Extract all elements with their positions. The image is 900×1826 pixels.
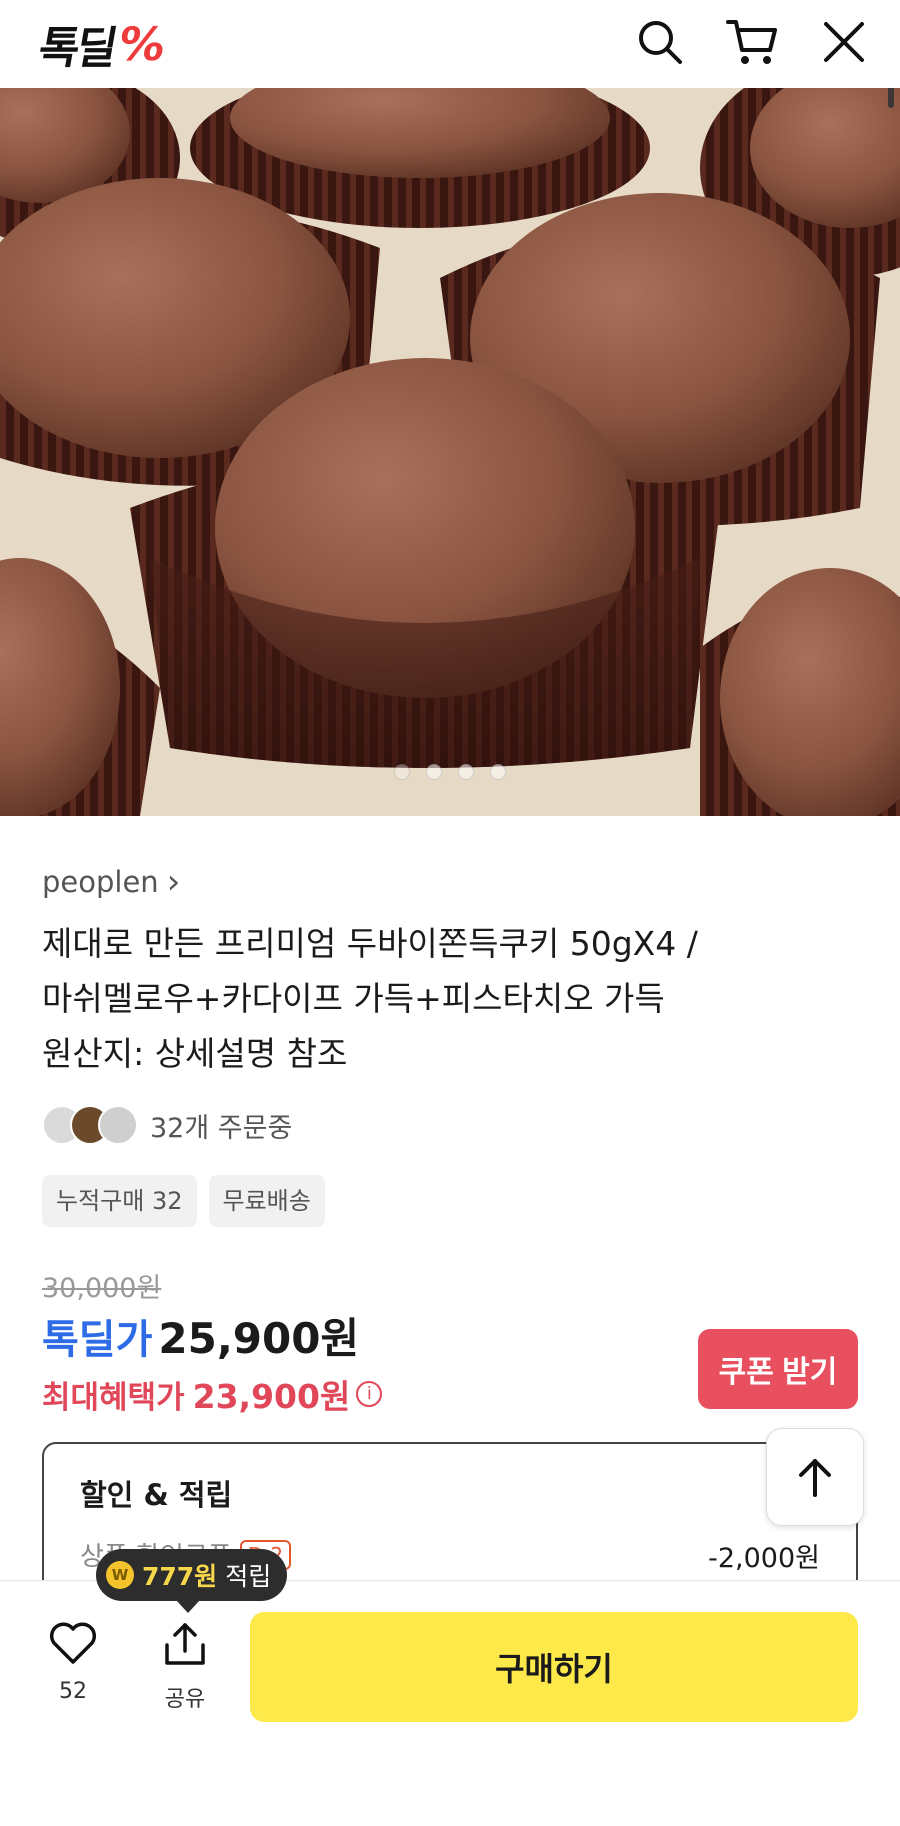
carousel-indicator [0, 764, 900, 780]
product-title-line: 제대로 만든 프리미엄 두바이쫀득쿠키 50gX4 / [42, 924, 698, 963]
seller-link[interactable]: peoplen › [42, 862, 180, 902]
get-coupon-button[interactable]: 쿠폰 받기 [698, 1329, 858, 1409]
ordering-status: 32개 주문중 [42, 1105, 292, 1145]
free-shipping-tag: 무료배송 [208, 1175, 325, 1227]
share-button[interactable]: 공유 [152, 1621, 218, 1713]
product-title-line: 마쉬멜로우+카다이프 가득+피스타치오 가득 [42, 979, 665, 1018]
product-origin: 원산지: 상세설명 참조 [42, 1034, 348, 1073]
top-header: 톡딜 % [0, 0, 900, 88]
cart-icon[interactable] [724, 14, 780, 70]
max-benefit-price: 23,900원 [192, 1377, 351, 1416]
carousel-dot[interactable] [490, 764, 506, 780]
like-count: 52 [59, 1679, 87, 1704]
seller-name: peoplen [42, 865, 159, 899]
discount-panel-title: 할인 & 적립 [80, 1478, 233, 1512]
heart-icon [49, 1622, 97, 1664]
talkdeal-logo[interactable]: 톡딜 % [35, 14, 170, 74]
avatar [98, 1105, 138, 1145]
original-price: 30,000원 [42, 1273, 162, 1304]
arrow-up-icon [799, 1459, 831, 1497]
logo-percent-mark: % [114, 17, 170, 71]
product-image [0, 88, 900, 816]
carousel-dot[interactable] [426, 764, 442, 780]
max-benefit-row: 최대혜택가 23,900원 i [42, 1370, 383, 1418]
ordering-count: 32개 주문중 [150, 1112, 293, 1144]
scroll-to-top-button[interactable] [766, 1428, 864, 1526]
discount-amount: -2,000원 [708, 1543, 820, 1574]
search-icon[interactable] [632, 14, 688, 70]
deal-price-row: 톡딜가 25,900원 [42, 1305, 359, 1366]
reward-amount: 777원 [142, 1562, 218, 1591]
carousel-dot[interactable] [394, 764, 410, 780]
carousel-dot[interactable] [458, 764, 474, 780]
buyer-avatars [42, 1105, 138, 1145]
deal-price: 25,900원 [158, 1314, 360, 1363]
share-icon [165, 1623, 205, 1665]
logo-text: 톡딜 [34, 23, 119, 74]
share-label: 공유 [164, 1687, 206, 1712]
info-icon[interactable]: i [356, 1381, 383, 1407]
close-icon[interactable] [816, 14, 872, 70]
deal-price-label: 톡딜가 [42, 1317, 153, 1363]
cumulative-purchase-tag: 누적구매 32 [42, 1175, 197, 1227]
reward-tooltip: W 777원 적립 [96, 1549, 288, 1613]
product-title: 제대로 만든 프리미엄 두바이쫀득쿠키 50gX4 / 마쉬멜로우+카다이프 가… [42, 916, 862, 1081]
like-button[interactable]: 52 [40, 1621, 106, 1704]
reward-label: 적립 [225, 1562, 272, 1591]
product-image-carousel[interactable] [0, 88, 900, 816]
chevron-right-icon: › [166, 862, 181, 902]
bottom-action-bar: 52 공유 구매하기 [0, 1580, 900, 1826]
max-benefit-label: 최대혜택가 [42, 1379, 185, 1416]
product-tags: 누적구매 32 무료배송 [42, 1175, 325, 1227]
coin-icon: W [106, 1561, 134, 1589]
buy-button[interactable]: 구매하기 [250, 1612, 858, 1722]
page-scrollbar[interactable] [888, 88, 894, 108]
